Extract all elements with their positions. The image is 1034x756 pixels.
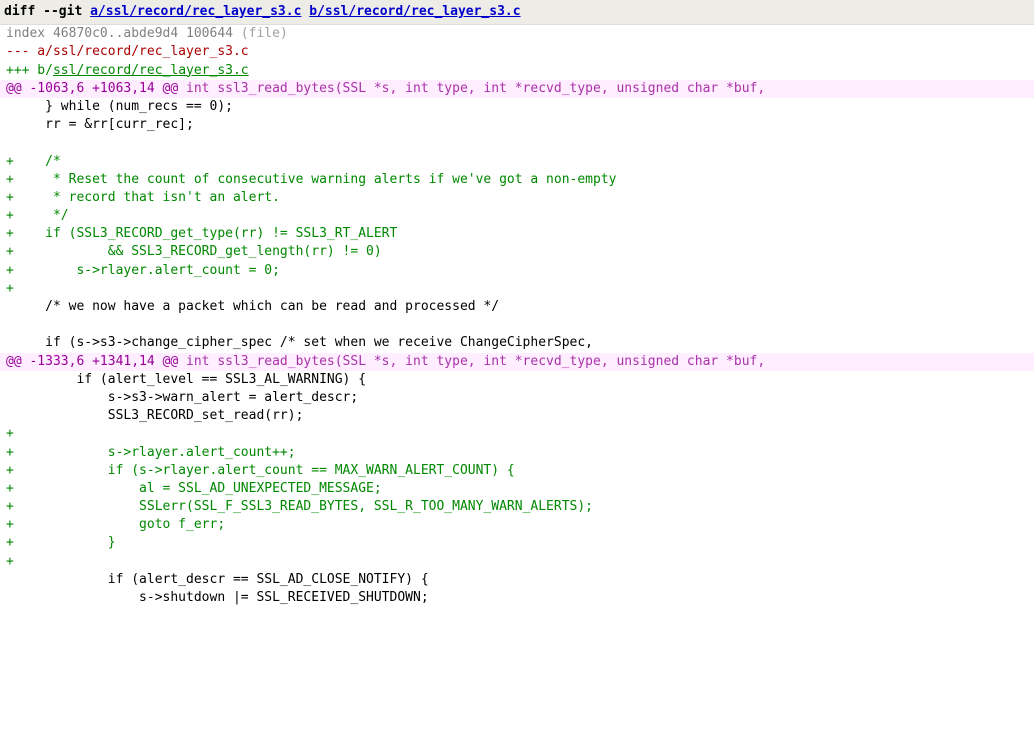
index-hashes: 46870c0..abde9d4 100644 xyxy=(53,26,233,41)
hunk-context: int ssl3_read_bytes(SSL *s, int type, in… xyxy=(178,354,765,369)
diff-file-b-link[interactable]: b/ssl/record/rec_layer_s3.c xyxy=(309,4,520,19)
diff-line-added: + /* xyxy=(0,153,1034,171)
diff-prefix: diff --git xyxy=(4,4,90,19)
diff-line: s->shutdown |= SSL_RECEIVED_SHUTDOWN; xyxy=(0,589,1034,607)
diff-index-line: index 46870c0..abde9d4 100644 (file) xyxy=(0,25,1034,43)
diff-plus-file: +++ b/ssl/record/rec_layer_s3.c xyxy=(0,62,1034,80)
hunk-header: @@ -1063,6 +1063,14 @@ int ssl3_read_byt… xyxy=(0,80,1034,98)
diff-line xyxy=(0,134,1034,152)
diff-line: SSL3_RECORD_set_read(rr); xyxy=(0,407,1034,425)
diff-line-added: + s->rlayer.alert_count++; xyxy=(0,444,1034,462)
hunk-range: @@ -1063,6 +1063,14 @@ xyxy=(6,81,178,96)
diff-file-a-link[interactable]: a/ssl/record/rec_layer_s3.c xyxy=(90,4,301,19)
hunk-range: @@ -1333,6 +1341,14 @@ xyxy=(6,354,178,369)
diff-line-added: + } xyxy=(0,534,1034,552)
plus-prefix: +++ b/ xyxy=(6,63,53,78)
diff-line: } while (num_recs == 0); xyxy=(0,98,1034,116)
diff-line: if (alert_level == SSL3_AL_WARNING) { xyxy=(0,371,1034,389)
diff-line-added: + */ xyxy=(0,207,1034,225)
diff-line-added: + xyxy=(0,553,1034,571)
diff-line-added: + al = SSL_AD_UNEXPECTED_MESSAGE; xyxy=(0,480,1034,498)
diff-line-added: + * record that isn't an alert. xyxy=(0,189,1034,207)
diff-line-added: + if (SSL3_RECORD_get_type(rr) != SSL3_R… xyxy=(0,225,1034,243)
hunk-context: int ssl3_read_bytes(SSL *s, int type, in… xyxy=(178,81,765,96)
plus-file-link[interactable]: ssl/record/rec_layer_s3.c xyxy=(53,63,249,78)
hunk-header: @@ -1333,6 +1341,14 @@ int ssl3_read_byt… xyxy=(0,353,1034,371)
diff-line-added: + && SSL3_RECORD_get_length(rr) != 0) xyxy=(0,243,1034,261)
diff-line-added: + * Reset the count of consecutive warni… xyxy=(0,171,1034,189)
diff-line-added: + goto f_err; xyxy=(0,516,1034,534)
diff-line: if (alert_descr == SSL_AD_CLOSE_NOTIFY) … xyxy=(0,571,1034,589)
diff-line: /* we now have a packet which can be rea… xyxy=(0,298,1034,316)
diff-line: rr = &rr[curr_rec]; xyxy=(0,116,1034,134)
index-filemode: (file) xyxy=(233,26,288,41)
diff-line xyxy=(0,316,1034,334)
diff-line-added: + if (s->rlayer.alert_count == MAX_WARN_… xyxy=(0,462,1034,480)
index-prefix: index xyxy=(6,26,53,41)
diff-header: diff --git a/ssl/record/rec_layer_s3.c b… xyxy=(0,0,1034,25)
diff-line-added: + s->rlayer.alert_count = 0; xyxy=(0,262,1034,280)
diff-line-added: + xyxy=(0,280,1034,298)
diff-line-added: + xyxy=(0,425,1034,443)
diff-line: s->s3->warn_alert = alert_descr; xyxy=(0,389,1034,407)
diff-minus-file: --- a/ssl/record/rec_layer_s3.c xyxy=(0,43,1034,61)
diff-line-added: + SSLerr(SSL_F_SSL3_READ_BYTES, SSL_R_TO… xyxy=(0,498,1034,516)
diff-line: if (s->s3->change_cipher_spec /* set whe… xyxy=(0,334,1034,352)
